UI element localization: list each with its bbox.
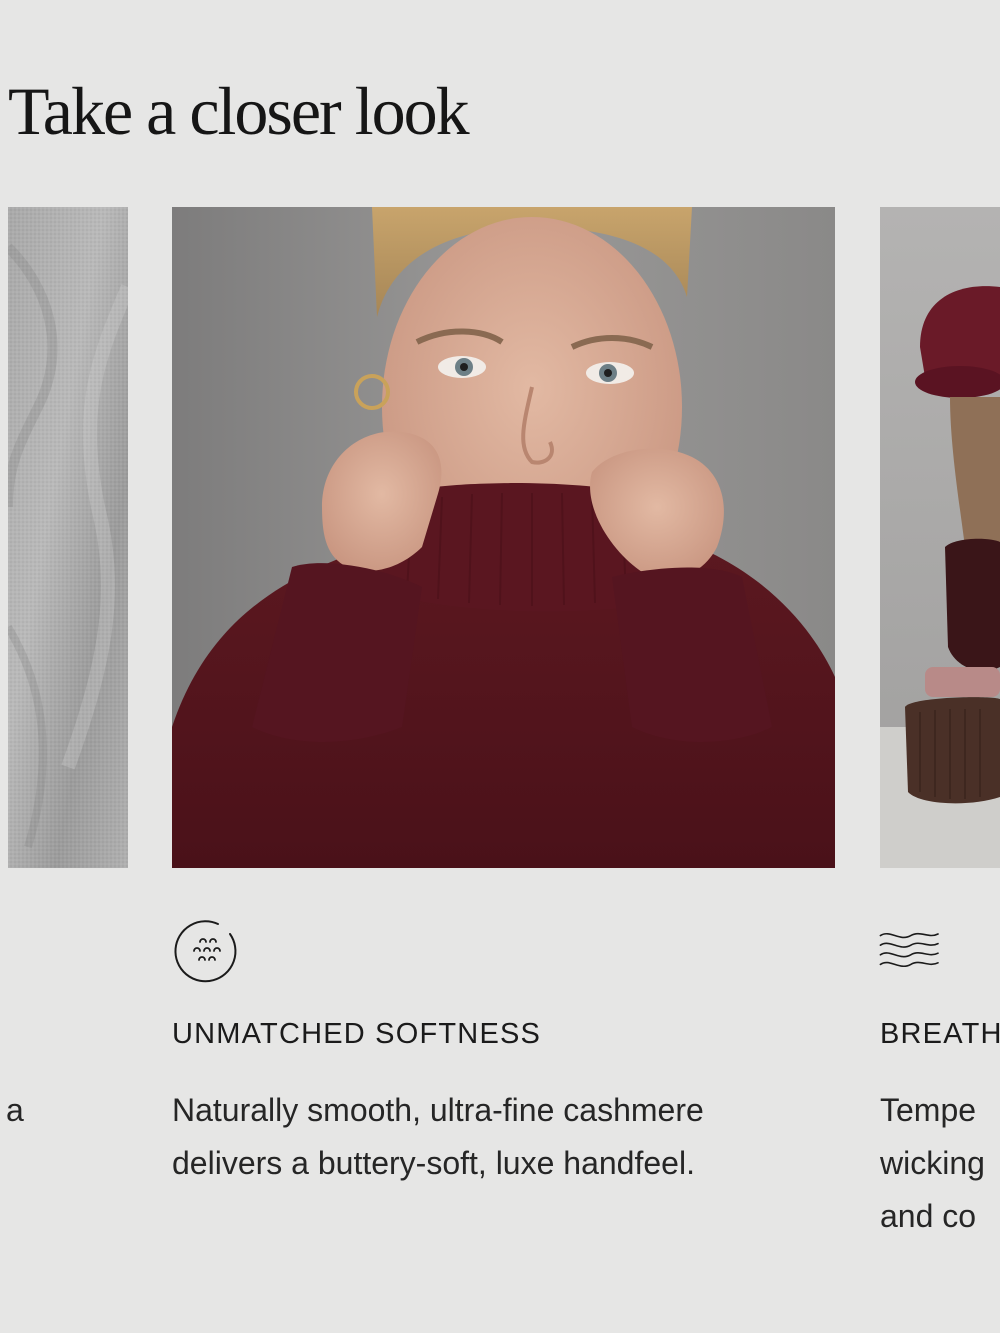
center-card-image[interactable] (172, 207, 835, 868)
gray-knit-texture-image (8, 207, 128, 868)
model-burgundy-turtleneck-image (172, 207, 835, 868)
breathable-waves-icon (874, 914, 946, 986)
feature-description-line: and co (880, 1198, 977, 1234)
feature-title-breathable: BREATH (880, 1018, 1000, 1050)
right-card-image[interactable] (880, 207, 1000, 868)
stacked-knitwear-image (880, 207, 1000, 868)
feature-description-line: delivers a buttery-soft, luxe handfeel. (172, 1145, 695, 1181)
feature-description-line: Naturally smooth, ultra-fine cashmere (172, 1092, 704, 1128)
section-heading: Take a closer look (8, 73, 470, 149)
left-card-description-fragment: a (6, 1092, 24, 1128)
feature-description-breathable: Tempe wicking and co (880, 1084, 1000, 1243)
feature-description-line: wicking (880, 1145, 985, 1181)
closer-look-section: Take a closer look a UNMATCHED SOFTNESS … (0, 0, 1000, 1333)
left-card-image[interactable] (8, 207, 128, 868)
feature-title-unmatched-softness: UNMATCHED SOFTNESS (172, 1018, 542, 1050)
feature-description-softness: Naturally smooth, ultra-fine cashmere de… (172, 1084, 842, 1190)
softness-dots-circle-icon (172, 914, 244, 986)
feature-description-line: Tempe (880, 1092, 977, 1128)
